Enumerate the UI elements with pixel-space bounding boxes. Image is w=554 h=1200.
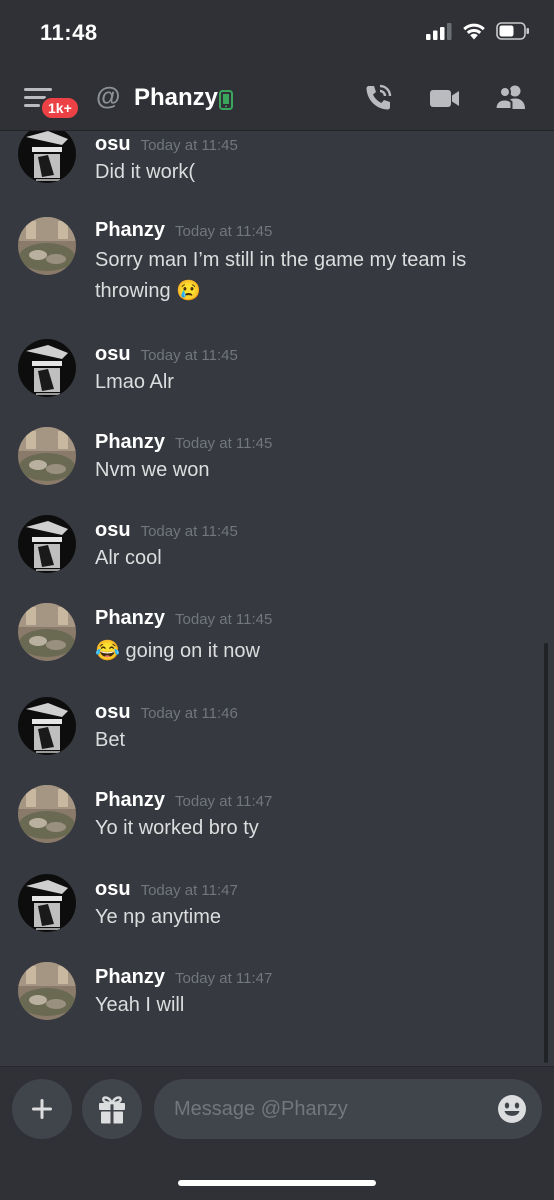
message-text: Alr cool xyxy=(95,547,162,569)
avatar-osu[interactable] xyxy=(18,874,76,932)
scrollbar[interactable] xyxy=(544,643,548,1063)
message-timestamp: Today at 11:47 xyxy=(175,970,273,987)
message-text: Bet xyxy=(95,729,126,751)
message-text: Did it work( xyxy=(95,161,196,183)
message-timestamp: Today at 11:45 xyxy=(140,347,238,364)
osu-avatar-image xyxy=(18,515,76,573)
message-timestamp: Today at 11:45 xyxy=(175,611,273,628)
gift-icon xyxy=(99,1096,125,1124)
message-author[interactable]: osu Today at 11:45 xyxy=(95,133,238,156)
osu-avatar-image xyxy=(18,874,76,932)
message-author[interactable]: Phanzy Today at 11:47 xyxy=(95,789,272,812)
phanzy-avatar-image xyxy=(18,962,76,1020)
message-author[interactable]: Phanzy Today at 11:45 xyxy=(95,607,272,630)
notification-badge: 1k+ xyxy=(40,96,80,120)
members-icon[interactable] xyxy=(494,82,528,114)
gift-button[interactable] xyxy=(82,1079,142,1139)
avatar-phanzy[interactable] xyxy=(18,427,76,485)
mobile-status-icon xyxy=(219,90,233,110)
avatar-phanzy[interactable] xyxy=(18,217,76,275)
avatar-osu[interactable] xyxy=(18,515,76,573)
home-indicator[interactable] xyxy=(178,1180,376,1186)
message-timestamp: Today at 11:45 xyxy=(175,223,273,240)
message-timestamp: Today at 11:45 xyxy=(140,523,238,540)
avatar-osu[interactable] xyxy=(18,131,76,183)
message-timestamp: Today at 11:45 xyxy=(140,137,238,154)
message-text: Sorry man I’m still in the game my team … xyxy=(95,249,467,302)
phanzy-avatar-image xyxy=(18,785,76,843)
phanzy-avatar-image xyxy=(18,427,76,485)
avatar-phanzy[interactable] xyxy=(18,962,76,1020)
message-author[interactable]: osu Today at 11:45 xyxy=(95,343,238,366)
message-timestamp: Today at 11:46 xyxy=(140,705,238,722)
message-timestamp: Today at 11:45 xyxy=(175,435,273,452)
top-bar: 11:48 1k+ @ Phanzy xyxy=(0,0,554,131)
message-input-placeholder: Message @Phanzy xyxy=(174,1098,348,1120)
message-text: Yo it worked bro ty xyxy=(95,817,259,839)
channel-header: 1k+ @ Phanzy xyxy=(0,68,554,130)
phanzy-avatar-image xyxy=(18,217,76,275)
status-icons xyxy=(426,22,530,40)
emoji-icon[interactable] xyxy=(496,1093,528,1125)
at-icon: @ xyxy=(96,83,121,111)
osu-avatar-image xyxy=(18,131,76,183)
message-author[interactable]: osu Today at 11:45 xyxy=(95,519,238,542)
call-icon[interactable] xyxy=(362,82,394,114)
message-author[interactable]: Phanzy Today at 11:45 xyxy=(95,219,272,242)
avatar-osu[interactable] xyxy=(18,697,76,755)
status-time: 11:48 xyxy=(40,20,98,45)
page-title: Phanzy xyxy=(134,84,219,111)
video-icon[interactable] xyxy=(428,82,462,114)
message-text: Yeah I will xyxy=(95,994,185,1016)
message-author[interactable]: osu Today at 11:46 xyxy=(95,701,238,724)
add-attachment-button[interactable] xyxy=(12,1079,72,1139)
avatar-phanzy[interactable] xyxy=(18,785,76,843)
message-text: Ye np anytime xyxy=(95,906,222,928)
osu-avatar-image xyxy=(18,697,76,755)
osu-avatar-image xyxy=(18,339,76,397)
message-text: Lmao Alr xyxy=(95,371,174,393)
message-text: 😂 going on it now xyxy=(95,640,260,662)
avatar-osu[interactable] xyxy=(18,339,76,397)
message-timestamp: Today at 11:47 xyxy=(175,793,273,810)
menu-button[interactable]: 1k+ xyxy=(24,84,80,120)
phanzy-avatar-image xyxy=(18,603,76,661)
wifi-icon xyxy=(463,23,485,40)
message-author[interactable]: Phanzy Today at 11:47 xyxy=(95,966,272,989)
message-text: Nvm we won xyxy=(95,459,210,481)
status-bar: 11:48 xyxy=(0,0,554,68)
avatar-phanzy[interactable] xyxy=(18,603,76,661)
battery-icon xyxy=(496,22,529,40)
message-timestamp: Today at 11:47 xyxy=(140,882,238,899)
message-author[interactable]: Phanzy Today at 11:45 xyxy=(95,431,272,454)
plus-icon xyxy=(32,1099,52,1119)
message-list[interactable]: osu Today at 11:45 Did it work( Phanzy Tod… xyxy=(0,131,554,1066)
signal-icon xyxy=(426,23,452,40)
message-input[interactable]: Message @Phanzy xyxy=(154,1079,542,1139)
message-author[interactable]: osu Today at 11:47 xyxy=(95,878,238,901)
